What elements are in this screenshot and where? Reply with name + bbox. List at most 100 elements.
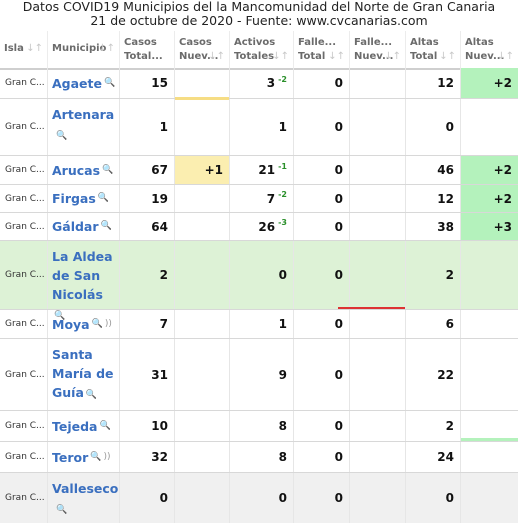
page-title: Datos COVID19 Municipios del la Mancomun… [0, 0, 518, 28]
activos-value: 0 [278, 268, 287, 282]
isla-cell: Gran C... [5, 421, 45, 431]
activos-value: 1 [278, 120, 287, 134]
sort-arrows-icon[interactable]: ↓↑ [384, 50, 401, 64]
altas-cell: 12 [405, 185, 460, 212]
magnifier-icon[interactable]: 🔍 [90, 448, 101, 467]
municipio-link[interactable]: Santa [52, 345, 115, 364]
header-fallecidos-nuevos[interactable]: Falle... Nuev... ↓↑ [349, 31, 405, 68]
activos-value: 0 [278, 491, 287, 505]
activos-delta: -1 [278, 161, 287, 171]
table-row: Gran C... Gáldar 🔍 64 26 -3 0 38 +3 [0, 213, 518, 241]
casos-cell: 32 [119, 442, 174, 472]
isla-cell: Gran C... [5, 493, 45, 503]
fallecidos-nuevos-cell [349, 411, 405, 441]
header-activos[interactable]: Activos Totales ↓↑ [229, 31, 293, 68]
magnifier-icon[interactable]: 🔍 [86, 386, 97, 405]
header-altas-total[interactable]: Altas Total ↓↑ [405, 31, 460, 68]
header-municipio[interactable]: Municipio ↓↑ [47, 31, 119, 68]
header-altas-nuevas[interactable]: Altas Nuev... ↓↑ [460, 31, 518, 68]
altas-nuevas-cell [460, 339, 518, 410]
sort-arrows-icon[interactable]: ↓↑ [98, 42, 115, 56]
table-row: Gran C... La Aldea de San Nicolás🔍 2 0 0… [0, 241, 518, 321]
magnifier-icon[interactable]: 🔍 [101, 217, 112, 236]
isla-cell: Gran C... [5, 165, 45, 175]
header-casos-nuevos-l1: Casos [179, 37, 212, 48]
sort-arrows-icon[interactable]: ↓↑ [328, 50, 345, 64]
casos-nuevos-cell [174, 185, 229, 212]
altas-cell: 12 [405, 68, 460, 98]
header-casos-nuevos[interactable]: Casos Nuev... ↓↑ [174, 31, 229, 68]
magnifier-icon[interactable]: 🔍 [102, 161, 113, 180]
casos-nuevos-cell [174, 310, 229, 338]
municipio-link[interactable]: Gáldar [52, 217, 99, 236]
municipio-link-line3[interactable]: Guía [52, 385, 84, 400]
altas-nuevas-cell [460, 241, 518, 309]
municipio-cell: Arucas 🔍 [47, 156, 119, 184]
casos-cell: 7 [119, 310, 174, 338]
altas-nuevas-cell: +2 [460, 185, 518, 212]
municipio-link[interactable]: Artenara [52, 105, 115, 124]
altas-cell: 6 [405, 310, 460, 338]
municipio-link[interactable]: Agaete [52, 74, 102, 93]
magnifier-icon[interactable]: 🔍 [56, 127, 67, 146]
municipio-cell: Valleseco 🔍 [47, 473, 119, 523]
municipio-link[interactable]: Moya [52, 315, 90, 334]
header-isla[interactable]: Isla ↓↑ [0, 31, 47, 68]
magnifier-icon[interactable]: 🔍 [56, 501, 67, 520]
fallecidos-cell: 0 [293, 241, 349, 309]
municipio-link[interactable]: Tejeda [52, 417, 98, 436]
magnifier-icon[interactable]: 🔍 [104, 74, 115, 93]
sort-arrows-icon[interactable]: ↓↑ [497, 50, 514, 64]
casos-nuevos-cell [174, 68, 229, 98]
altas-nuevas-cell [460, 411, 518, 441]
municipio-cell: Agaete 🔍 [47, 68, 119, 98]
rss-feed-icon[interactable]: )) [103, 448, 110, 467]
magnifier-icon[interactable]: 🔍 [98, 189, 109, 208]
magnifier-icon[interactable]: 🔍 [100, 417, 111, 436]
header-casos-total[interactable]: Casos Total... [119, 31, 174, 68]
fallecidos-cell: 0 [293, 339, 349, 410]
municipio-link[interactable]: Arucas [52, 161, 100, 180]
sort-arrows-icon[interactable]: ↓↑ [272, 50, 289, 64]
header-fallecidos-total-l1: Falle... [298, 37, 337, 48]
municipio-link-line2[interactable]: de San [52, 266, 115, 285]
fallecidos-cell: 0 [293, 442, 349, 472]
activos-cell: 21 -1 [229, 156, 293, 184]
sort-arrows-icon[interactable]: ↓↑ [208, 50, 225, 64]
fallecidos-cell: 0 [293, 411, 349, 441]
header-casos-total-l2: Total... [124, 51, 163, 62]
activos-cell: 0 [229, 473, 293, 523]
municipio-cell: Tejeda 🔍 [47, 411, 119, 441]
activos-cell: 26 -3 [229, 213, 293, 240]
header-fallecidos-total[interactable]: Falle... Total ↓↑ [293, 31, 349, 68]
municipio-link-line2[interactable]: María de [52, 364, 115, 383]
altas-nuevas-cell [460, 310, 518, 338]
casos-nuevos-cell [174, 99, 229, 155]
activos-cell: 3 -2 [229, 68, 293, 98]
altas-cell: 0 [405, 473, 460, 523]
activos-delta: -3 [278, 218, 287, 227]
municipio-link[interactable]: Firgas [52, 189, 96, 208]
municipio-cell: Teror 🔍)) [47, 442, 119, 472]
activos-delta: -2 [278, 74, 287, 84]
sort-arrows-icon[interactable]: ↓↑ [439, 50, 456, 64]
municipio-link[interactable]: Valleseco [52, 479, 118, 498]
fallecidos-nuevos-cell [349, 213, 405, 240]
municipio-link-line3[interactable]: Nicolás [52, 287, 103, 302]
rss-feed-icon[interactable]: )) [105, 315, 112, 334]
casos-nuevos-cell [174, 339, 229, 410]
magnifier-icon[interactable]: 🔍 [92, 315, 103, 334]
table-header: Isla ↓↑ Municipio ↓↑ Casos Total... Casos Nu… [0, 31, 518, 70]
header-casos-total-l1: Casos [124, 37, 157, 48]
municipio-link[interactable]: La Aldea [52, 247, 115, 266]
fallecidos-cell: 0 [293, 473, 349, 523]
table-row: Gran C... Tejeda 🔍 10 8 0 2 [0, 411, 518, 442]
header-isla-label: Isla [4, 43, 24, 54]
table-row: Gran C... Teror 🔍)) 32 8 0 24 [0, 442, 518, 473]
change-marker [461, 236, 518, 239]
header-activos-l1: Activos [234, 37, 276, 48]
casos-nuevos-cell [174, 442, 229, 472]
casos-cell: 64 [119, 213, 174, 240]
municipio-link[interactable]: Teror [52, 448, 88, 467]
sort-arrows-icon[interactable]: ↓↑ [26, 42, 43, 56]
